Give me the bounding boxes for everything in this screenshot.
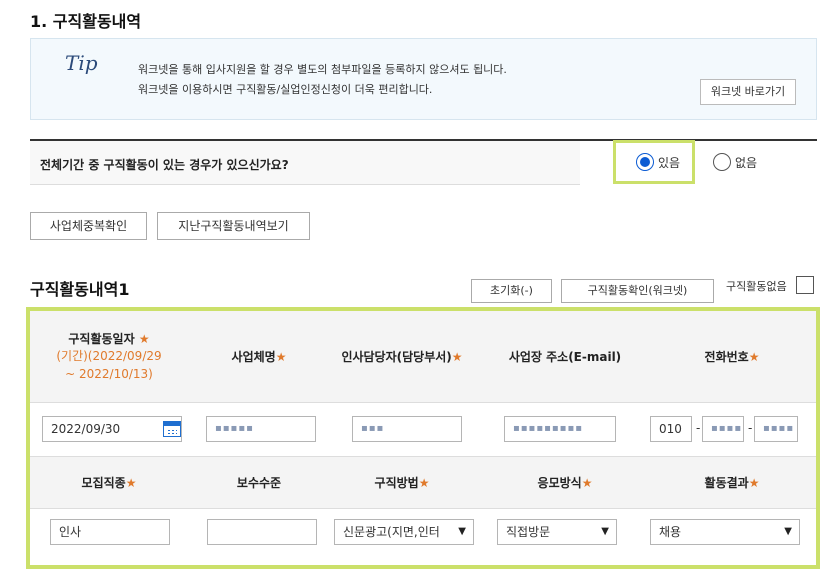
no-activity-checkbox[interactable] <box>796 276 814 294</box>
manager-input[interactable]: ▪▪▪ <box>352 416 462 442</box>
pay-level-input[interactable] <box>207 519 317 545</box>
header-result-label: 활동결과 <box>704 476 749 490</box>
header-apply-label: 응모방식 <box>537 476 582 490</box>
header-result: 활동결과 ★ <box>652 457 812 508</box>
required-mark: ★ <box>581 475 593 490</box>
header-date-period-end: ~ 2022/10/13) <box>65 367 153 381</box>
phone-last-input[interactable]: ▪▪▪▪ <box>754 416 798 442</box>
radio-no[interactable]: 없음 <box>713 153 757 171</box>
header-method: 구직방법 ★ <box>328 457 476 508</box>
company-name-input[interactable]: ▪▪▪▪▪ <box>206 416 316 442</box>
header-address: 사업장 주소(E-mail) <box>490 311 640 402</box>
header-date: 구직활동일자 ★ (기간)(2022/09/29 ~ 2022/10/13) <box>30 311 188 402</box>
radio-no-label: 없음 <box>735 155 758 170</box>
required-mark: ★ <box>451 349 463 364</box>
phone-prefix-input[interactable]: 010 <box>650 416 692 442</box>
activity-table: 구직활동일자 ★ (기간)(2022/09/29 ~ 2022/10/13) 사… <box>30 311 816 565</box>
activity-question-row: 전체기간 중 구직활동이 있는 경우가 있으신가요? 있음 없음 <box>30 139 817 185</box>
activity-result-value: 채용 <box>659 525 682 539</box>
header-company: 사업체명 ★ <box>190 311 328 402</box>
activity-result-select[interactable]: 채용 ▼ <box>650 519 800 545</box>
header-date-period: (기간)(2022/09/29 <box>56 349 162 363</box>
table-header-row-1: 구직활동일자 ★ (기간)(2022/09/29 ~ 2022/10/13) 사… <box>30 311 816 403</box>
radio-yes[interactable]: 있음 <box>636 153 680 171</box>
header-job: 모집직종 ★ <box>30 457 188 508</box>
no-activity-label: 구직활동없음 <box>726 280 787 293</box>
tip-icon: Tip <box>65 51 98 75</box>
tip-box: Tip 워크넷을 통해 입사지원을 할 경우 별도의 첨부파일을 등록하지 않으… <box>30 38 817 120</box>
required-mark: ★ <box>748 349 760 364</box>
header-date-label: 구직활동일자 <box>68 332 135 346</box>
header-apply: 응모방식 ★ <box>490 457 640 508</box>
header-address-label: 사업장 주소(E-mail) <box>508 350 622 364</box>
header-job-label: 모집직종 <box>81 476 126 490</box>
past-activity-history-button[interactable]: 지난구직활동내역보기 <box>157 212 310 240</box>
activity-date-input[interactable]: 2022/09/30 <box>42 416 182 442</box>
job-search-method-select[interactable]: 신문광고(지면,인터 ▼ <box>334 519 474 545</box>
activity-question-options: 있음 없음 <box>580 141 817 185</box>
apply-method-select[interactable]: 직접방문 ▼ <box>497 519 617 545</box>
table-data-row-1: 2022/09/30 ▪▪▪▪▪ ▪▪▪ ▪▪▪▪▪▪▪▪▪ 010 - ▪▪▪… <box>30 403 816 457</box>
header-phone-label: 전화번호 <box>704 350 749 364</box>
apply-method-value: 직접방문 <box>506 525 551 539</box>
header-method-label: 구직방법 <box>374 476 419 490</box>
required-mark: ★ <box>418 475 430 490</box>
chevron-down-icon: ▼ <box>784 526 792 537</box>
header-pay-label: 보수수준 <box>236 476 282 490</box>
worknet-activity-confirm-button[interactable]: 구직활동확인(워크넷) <box>561 279 714 303</box>
address-input[interactable]: ▪▪▪▪▪▪▪▪▪ <box>504 416 616 442</box>
section-title: 1. 구직활동내역 <box>30 12 142 31</box>
required-mark: ★ <box>275 349 287 364</box>
required-mark: ★ <box>748 475 760 490</box>
tip-line-2: 워크넷을 이용하시면 구직활동/실업인정신청이 더욱 편리합니다. <box>138 83 433 96</box>
chevron-down-icon: ▼ <box>601 526 609 537</box>
phone-dash-1: - <box>696 421 701 435</box>
job-search-method-value: 신문광고(지면,인터 <box>343 525 440 539</box>
header-pay: 보수수준 <box>190 457 328 508</box>
activity-question-text: 전체기간 중 구직활동이 있는 경우가 있으신가요? <box>40 158 289 172</box>
radio-yes-label: 있음 <box>658 155 681 170</box>
header-company-label: 사업체명 <box>231 350 276 364</box>
radio-yes-circle[interactable] <box>636 153 654 171</box>
activity-title: 구직활동내역1 <box>30 280 130 299</box>
worknet-shortcut-button[interactable]: 워크넷 바로가기 <box>700 79 796 105</box>
reset-button[interactable]: 초기화(-) <box>471 279 552 303</box>
table-header-row-2: 모집직종 ★ 보수수준 구직방법 ★ 응모방식 ★ 활동결과 ★ <box>30 457 816 509</box>
chevron-down-icon: ▼ <box>458 526 466 537</box>
phone-dash-2: - <box>748 421 753 435</box>
radio-no-circle[interactable] <box>713 153 731 171</box>
job-type-input[interactable]: 인사 <box>50 519 170 545</box>
table-data-row-2: 인사 신문광고(지면,인터 ▼ 직접방문 ▼ 채용 ▼ <box>30 509 816 565</box>
business-duplicate-check-button[interactable]: 사업체중복확인 <box>30 212 147 240</box>
tip-line-1: 워크넷을 통해 입사지원을 할 경우 별도의 첨부파일을 등록하지 않으셔도 됩… <box>138 63 507 76</box>
header-manager-label: 인사담당자(담당부서) <box>341 350 452 364</box>
phone-middle-input[interactable]: ▪▪▪▪ <box>702 416 744 442</box>
required-mark: ★ <box>125 475 137 490</box>
header-manager: 인사담당자(담당부서) ★ <box>328 311 476 402</box>
calendar-icon[interactable] <box>163 421 181 437</box>
required-mark: ★ <box>138 332 150 346</box>
header-phone: 전화번호 ★ <box>652 311 812 402</box>
